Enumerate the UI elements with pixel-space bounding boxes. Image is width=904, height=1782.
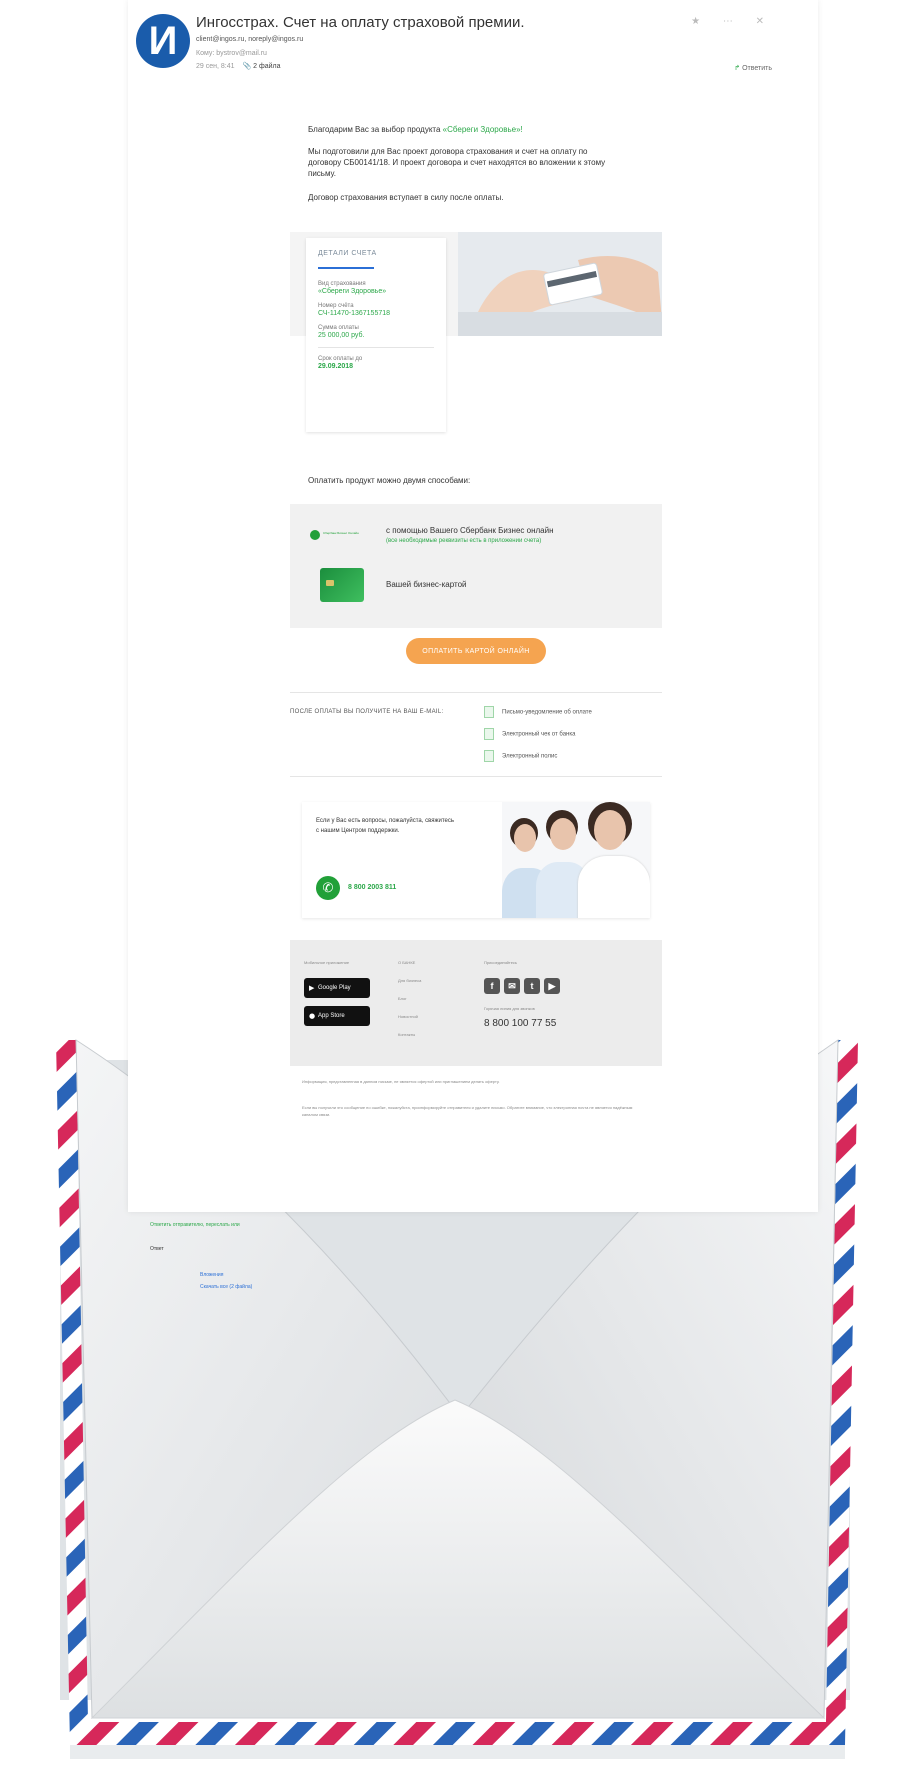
support-text: Если у Вас есть вопросы, пожалуйста, свя… [316, 818, 454, 834]
app-store-label: App Store [318, 1013, 345, 1019]
invoice-details-title: ДЕТАЛИ СЧЕТА [318, 250, 377, 257]
operator-figure [550, 818, 576, 850]
google-play-label: Google Play [318, 985, 351, 991]
sender-avatar[interactable]: И [136, 14, 190, 68]
operator-figure [514, 824, 536, 852]
email-meta: 29 сен, 8:41 📎 2 файла [196, 62, 281, 70]
apple-icon: ● [309, 1012, 316, 1020]
email-from[interactable]: client@ingos.ru, noreply@ingos.ru [196, 36, 303, 43]
operator-figure [578, 856, 650, 918]
amount-value: 25 000,00 руб. [318, 332, 365, 339]
amount-label: Сумма оплаты [318, 325, 359, 331]
reply-label: Ответить [742, 65, 772, 72]
effective-paragraph: Договор страхования вступает в силу посл… [308, 193, 504, 202]
google-play-badge[interactable]: ▶ Google Play [304, 978, 370, 998]
after-payment-title: ПОСЛЕ ОПЛАТЫ ВЫ ПОЛУЧИТЕ НА ВАШ E-MAIL: [290, 709, 444, 715]
disclaimer-paragraph: Информация, представленная в данном пись… [302, 1079, 500, 1084]
hand-with-card-image [458, 232, 662, 336]
pay-via-sbol-text: с помощью Вашего Сбербанк Бизнес онлайн [386, 526, 554, 535]
sberbank-logo-icon [310, 530, 320, 540]
footer-link[interactable]: Новостной [398, 1014, 418, 1019]
social-label: Присоединяйтесь [484, 960, 518, 965]
thanks-text: Благодарим Вас за выбор продукта [308, 125, 441, 134]
twitter-icon[interactable]: t [524, 978, 540, 994]
thanks-paragraph: Благодарим Вас за выбор продукта «Сберег… [308, 124, 678, 135]
payment-methods-box: Сбербанк Бизнес Онлайн с помощью Вашего … [290, 504, 662, 628]
reply-label: Ответ [150, 1246, 164, 1252]
pay-online-button[interactable]: ОПЛАТИТЬ КАРТОЙ ОНЛАЙН [406, 638, 546, 664]
payment-ways-heading: Оплатить продукт можно двумя способами: [308, 476, 471, 485]
receive-item-label: Письмо-уведомление об оплате [502, 709, 592, 716]
document-icon [484, 706, 494, 718]
pay-via-card-text: Вашей бизнес-картой [386, 580, 467, 589]
receive-item-label: Электронный полис [502, 753, 558, 760]
due-date-value: 29.09.2018 [318, 363, 354, 370]
attachments-label[interactable]: Вложения [200, 1272, 223, 1278]
app-store-badge[interactable]: ● App Store [304, 1006, 370, 1026]
invoice-number-value: СЧ-11470-1367155718 [318, 310, 391, 317]
invoice-block: ДЕТАЛИ СЧЕТА Вид страхования «Сбереги Зд… [290, 232, 662, 436]
payment-card-photo [458, 232, 662, 336]
insurance-type-value: «Сбереги Здоровье» [318, 288, 387, 295]
hotline-label: Горячая линия для звонков [484, 1006, 535, 1011]
facebook-icon[interactable]: f [484, 978, 500, 994]
due-date-label: Срок оплаты до [318, 356, 363, 362]
receive-item: Электронный чек от банка [484, 728, 575, 740]
mobile-app-label: Мобильное приложение [304, 960, 350, 965]
business-card-icon [320, 568, 364, 602]
title-underline [318, 267, 374, 269]
footer-link[interactable]: Для бизнеса [398, 978, 421, 983]
footer-link[interactable]: О БАНКЕ [398, 960, 415, 965]
youtube-icon[interactable]: ▶ [544, 978, 560, 994]
hotline-phone[interactable]: 8 800 100 77 55 [484, 1018, 556, 1029]
divider [290, 692, 662, 693]
attachments-link[interactable]: 📎 2 файла [242, 63, 280, 70]
header-action-icons[interactable]: ★ ⋯ ✕ [691, 16, 774, 27]
email-date: 29 сен, 8:41 [196, 63, 235, 70]
insurance-type-label: Вид страхования [318, 281, 366, 287]
product-link[interactable]: «Сбереги Здоровье»! [443, 125, 523, 134]
divider [290, 776, 662, 777]
prepared-paragraph: Мы подготовили для Вас проект договора с… [308, 147, 606, 178]
invoice-number-label: Номер счёта [318, 303, 354, 309]
receive-item: Письмо-уведомление об оплате [484, 706, 592, 718]
support-phone[interactable]: 8 800 2003 811 [348, 884, 396, 891]
sberbank-logo-text: Сбербанк Бизнес Онлайн [323, 531, 359, 535]
reply-button[interactable]: ↱ Ответить [734, 64, 772, 72]
support-block: Если у Вас есть вопросы, пожалуйста, свя… [302, 802, 650, 918]
divider [318, 347, 434, 348]
pay-via-sbol-hint[interactable]: (все необходимые реквизиты есть в прилож… [386, 538, 541, 544]
email-letter: И Ингосстрах. Счет на оплату страховой п… [128, 0, 818, 1212]
footer-link[interactable]: Контакты [398, 1032, 415, 1037]
receipt-icon [484, 728, 494, 740]
operator-figure [594, 810, 626, 850]
attachments-count: 2 файла [253, 63, 281, 70]
receive-item: Электронный полис [484, 750, 557, 762]
google-play-icon: ▶ [309, 984, 315, 992]
reply-arrow-icon: ↱ [734, 65, 743, 72]
email-header: И Ингосстрах. Счет на оплату страховой п… [128, 0, 818, 84]
phone-icon[interactable]: ✆ [316, 876, 340, 900]
sberbank-business-online-logo: Сбербанк Бизнес Онлайн [310, 530, 370, 540]
invoice-details-card: ДЕТАЛИ СЧЕТА Вид страхования «Сбереги Зд… [306, 238, 446, 432]
support-operators-photo [502, 802, 650, 918]
email-footer: Мобильное приложение ▶ Google Play ● App S… [290, 940, 662, 1066]
reply-hint-link[interactable]: Ответить отправителю, переслать или [150, 1222, 240, 1228]
email-to: Кому: bystrov@mail.ru [196, 50, 267, 57]
receive-item-label: Электронный чек от банка [502, 731, 576, 738]
email-subject: Ингосстрах. Счет на оплату страховой пре… [196, 14, 525, 31]
footer-link[interactable]: Блог [398, 996, 407, 1001]
screenshot-stage: И Ингосстрах. Счет на оплату страховой п… [0, 0, 904, 1782]
mail-icon[interactable]: ✉ [504, 978, 520, 994]
download-all-link[interactable]: Скачать все (2 файла) [200, 1284, 252, 1290]
policy-icon [484, 750, 494, 762]
disclaimer-paragraph: Если вы получили это сообщение по ошибке… [302, 1105, 633, 1117]
